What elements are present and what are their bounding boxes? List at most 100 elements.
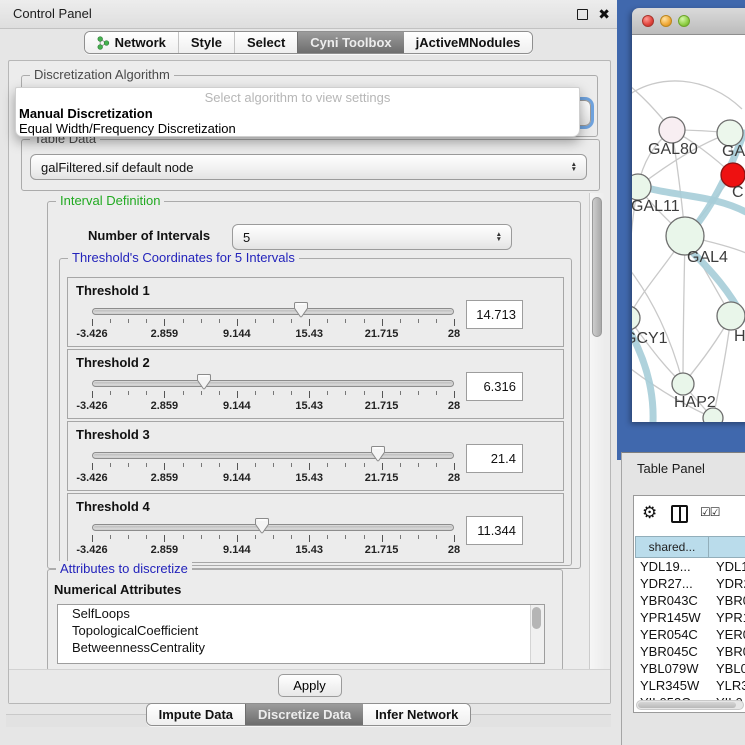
table-row[interactable]: YBR043CYBR0: [635, 592, 745, 609]
slider-track[interactable]: [92, 524, 454, 531]
table-horizontal-scrollbar[interactable]: [636, 700, 744, 710]
gear-icon[interactable]: ⚙: [642, 503, 657, 523]
slider-thumb[interactable]: [293, 301, 309, 319]
threshold-4-value-field[interactable]: 11.344: [466, 516, 523, 545]
tick-mark: [183, 391, 184, 395]
tick-mark: [345, 391, 346, 395]
network-node-HAP2[interactable]: [672, 373, 694, 395]
threshold-1-slider[interactable]: -3.4262.8599.14415.4321.71528: [68, 298, 463, 346]
threshold-3-value-field[interactable]: 21.4: [466, 444, 523, 473]
attribute-item-selfloops[interactable]: SelfLoops: [58, 605, 544, 622]
float-window-icon[interactable]: [577, 9, 588, 20]
tick-mark: [255, 535, 256, 539]
scrollbar-thumb[interactable]: [638, 702, 736, 708]
tab-discretize-data[interactable]: Discretize Data: [245, 704, 363, 725]
network-node-GCY1[interactable]: [632, 306, 640, 330]
attribute-item-topologicalcoefficient[interactable]: TopologicalCoefficient: [58, 622, 544, 639]
tab-style[interactable]: Style: [178, 32, 234, 53]
tab-infer-network-label: Infer Network: [375, 707, 458, 722]
network-canvas[interactable]: GAL80GACGAL11GAL4GCY1HHAP2: [632, 35, 745, 422]
table-row[interactable]: YBL079WYBL0: [635, 660, 745, 677]
network-node-GAL80[interactable]: [659, 117, 685, 143]
table-row[interactable]: YBR045CYBR0: [635, 643, 745, 660]
attribute-item-betweennesscentrality[interactable]: BetweennessCentrality: [58, 639, 544, 656]
network-node-partial[interactable]: [703, 408, 723, 422]
node-label-GAL80: GAL80: [648, 141, 698, 158]
cell-name: YBR0: [709, 643, 745, 660]
threshold-2-slider[interactable]: -3.4262.8599.14415.4321.71528: [68, 370, 463, 418]
tab-select[interactable]: Select: [234, 32, 297, 53]
column-header-shared-name[interactable]: shared...: [635, 536, 709, 558]
attributes-list-scrollbar[interactable]: [530, 605, 544, 663]
cell-name: YDR2: [709, 575, 745, 592]
tick-label: -3.426: [76, 472, 107, 484]
network-node-GAL11[interactable]: [632, 174, 651, 200]
popup-item-manual-discretization[interactable]: Manual Discretization: [16, 106, 579, 121]
close-traffic-icon[interactable]: [642, 15, 654, 27]
table-panel: Table Panel ⚙ ☑☑ shared... n YDL19...YDL…: [621, 452, 745, 745]
tick-mark: [418, 319, 419, 323]
select-columns-icon[interactable]: ☑☑: [700, 505, 720, 519]
table-data-selected-value: galFiltered.sif default node: [41, 160, 193, 175]
table-row[interactable]: YER054CYER0: [635, 626, 745, 643]
settings-scroll-region: Interval Definition Number of Intervals …: [13, 193, 605, 669]
tick-label: 2.859: [151, 472, 179, 484]
table-row[interactable]: YLR345WYLR3: [635, 677, 745, 694]
control-panel-titlebar: Control Panel ✖: [0, 0, 617, 29]
minimize-traffic-icon[interactable]: [660, 15, 672, 27]
slider-track[interactable]: [92, 308, 454, 315]
tick-mark: [219, 463, 220, 467]
table-data-combobox[interactable]: galFiltered.sif default node ▲▼: [30, 154, 587, 180]
close-icon[interactable]: ✖: [598, 5, 610, 23]
tick-label: 28: [448, 472, 460, 484]
tick-mark: [273, 319, 274, 323]
tick-mark: [255, 391, 256, 395]
slider-thumb[interactable]: [196, 373, 212, 391]
tab-discretize-data-label: Discretize Data: [258, 707, 351, 722]
tick-mark: [201, 463, 202, 467]
tick-mark: [364, 319, 365, 323]
tick-mark: [92, 391, 93, 398]
tick-mark: [128, 463, 129, 467]
scrollbar-thumb[interactable]: [592, 197, 602, 337]
slider-track[interactable]: [92, 380, 454, 387]
network-edge[interactable]: [683, 236, 685, 384]
threshold-2-value-field[interactable]: 6.316: [466, 372, 523, 401]
threshold-1-value-field[interactable]: 14.713: [466, 300, 523, 329]
network-edge[interactable]: [632, 81, 742, 109]
apply-button[interactable]: Apply: [278, 674, 342, 697]
table-row[interactable]: YPR145WYPR1: [635, 609, 745, 626]
threshold-3-label: Threshold 3: [76, 427, 150, 442]
tab-jactivemnodules[interactable]: jActiveMNodules: [404, 32, 533, 53]
zoom-traffic-icon[interactable]: [678, 15, 690, 27]
tick-mark: [309, 463, 310, 470]
threshold-4-slider[interactable]: -3.4262.8599.14415.4321.71528: [68, 514, 463, 562]
tab-network[interactable]: Network: [85, 32, 178, 53]
table-rows: YDL19...YDL1YDR27...YDR2YBR043CYBR0YPR14…: [635, 558, 745, 711]
node-label-H: H: [734, 328, 745, 345]
network-edge[interactable]: [632, 265, 683, 384]
tick-mark: [382, 463, 383, 470]
slider-track[interactable]: [92, 452, 454, 459]
cell-name: YDL1: [709, 558, 745, 575]
network-node-H[interactable]: [717, 302, 745, 330]
tab-cyni-toolbox[interactable]: Cyni Toolbox: [297, 32, 403, 53]
network-window-titlebar[interactable]: [632, 8, 745, 35]
scrollbar-thumb[interactable]: [532, 607, 541, 629]
tab-impute-data[interactable]: Impute Data: [147, 704, 245, 725]
tab-infer-network[interactable]: Infer Network: [363, 704, 470, 725]
main-vertical-scrollbar[interactable]: [589, 193, 605, 669]
tick-label: 15.43: [295, 328, 323, 340]
column-header-name[interactable]: n: [709, 536, 745, 558]
slider-thumb[interactable]: [370, 445, 386, 463]
column-layout-icon[interactable]: [671, 505, 688, 523]
popup-item-equal-width-frequency[interactable]: Equal Width/Frequency Discretization: [16, 121, 579, 136]
table-row[interactable]: YDL19...YDL1: [635, 558, 745, 575]
number-of-intervals-value: 5: [243, 230, 250, 245]
slider-thumb[interactable]: [254, 517, 270, 535]
number-of-intervals-combobox[interactable]: 5 ▲▼: [232, 224, 512, 250]
table-row[interactable]: YDR27...YDR2: [635, 575, 745, 592]
attributes-to-discretize-group: Attributes to discretize Numerical Attri…: [47, 569, 563, 669]
threshold-3-slider[interactable]: -3.4262.8599.14415.4321.71528: [68, 442, 463, 490]
tick-mark: [164, 391, 165, 398]
